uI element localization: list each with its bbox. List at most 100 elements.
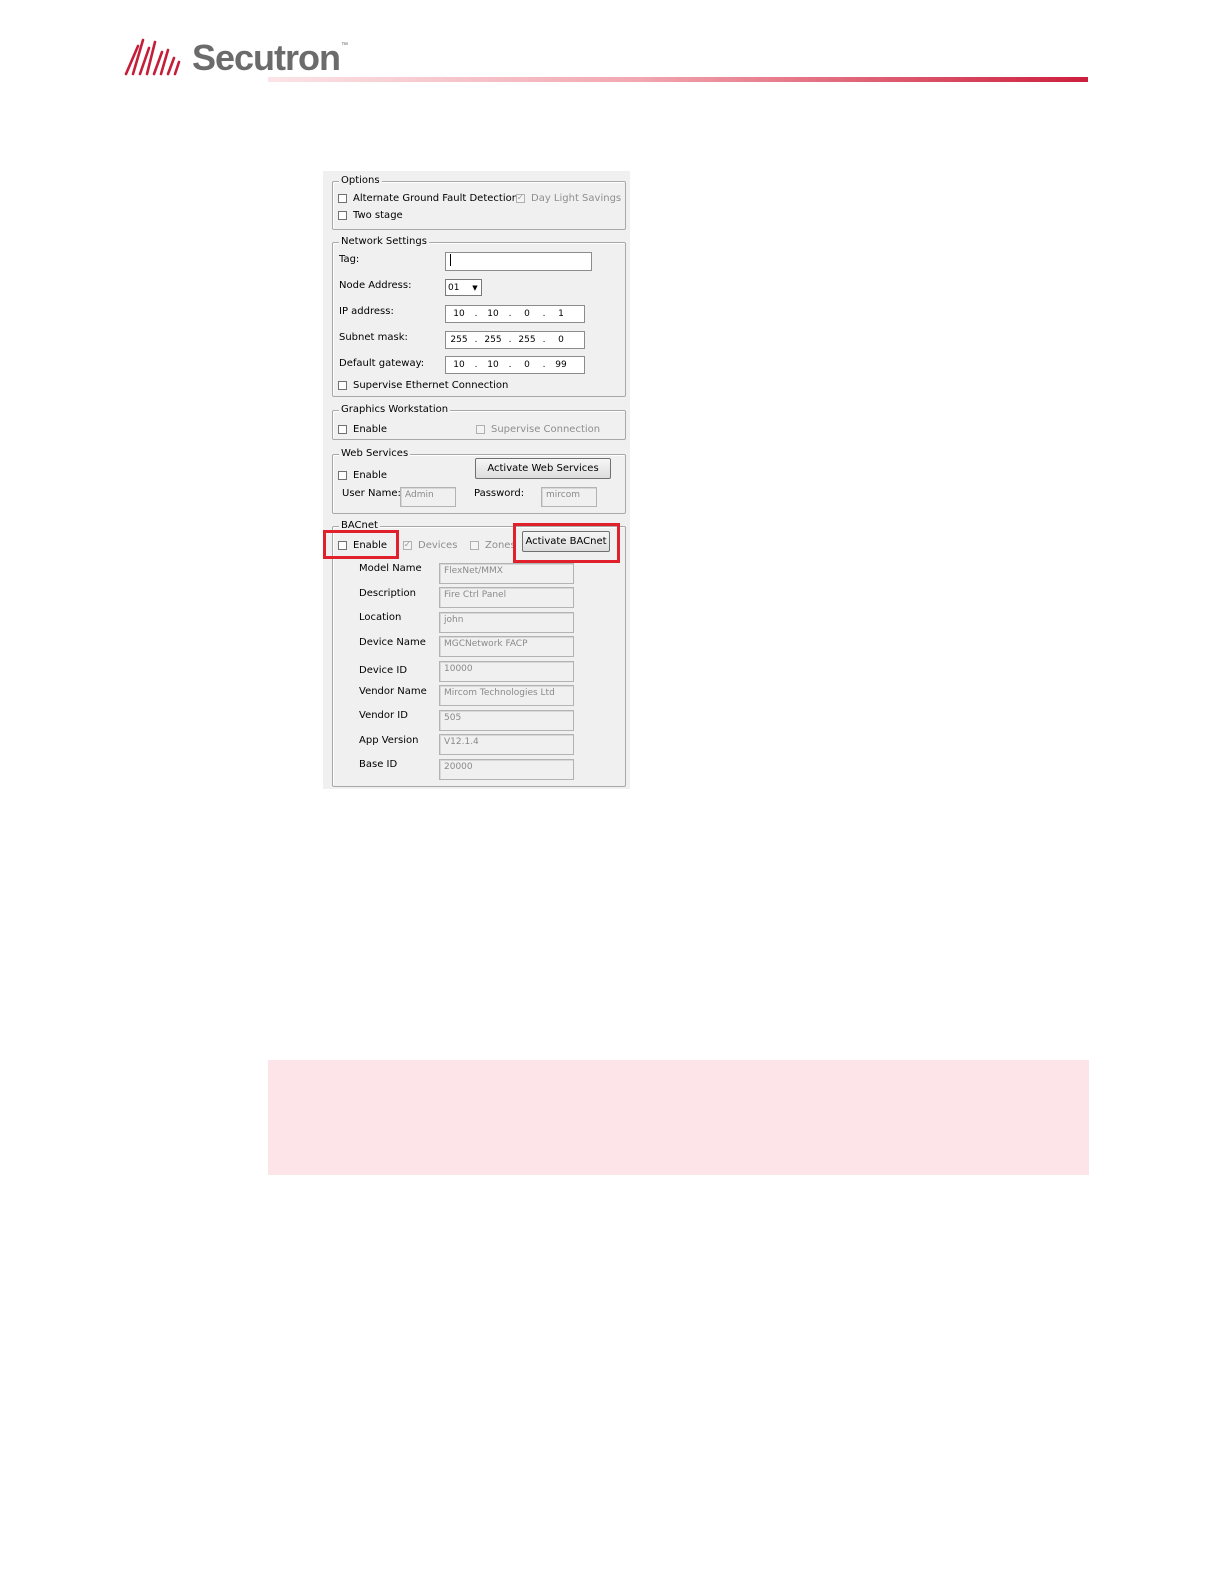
octet-separator: . [508,335,512,345]
app-version-input[interactable]: V12.1.4 [439,734,574,755]
device-name-label: Device Name [359,637,426,648]
graphics-workstation-group: Graphics Workstation Enable Supervise Co… [332,403,626,440]
web-services-enable-label: Enable [353,469,388,481]
supervise-connection-label: Supervise Connection [491,423,601,435]
bacnet-zones-label: Zones [485,539,516,551]
octet-separator: . [542,335,546,345]
subnet-octet[interactable]: 0 [548,335,574,345]
vendor-name-label: Vendor Name [359,686,427,697]
supervise-connection-checkbox[interactable]: Supervise Connection [476,422,600,436]
secutron-logo: Secutron ™ [124,36,348,76]
vendor-id-input[interactable]: 505 [439,710,574,731]
supervise-ethernet-label: Supervise Ethernet Connection [353,379,509,391]
bacnet-title: BACnet [339,519,380,533]
vendor-id-label: Vendor ID [359,710,408,721]
node-address-value: 01 [448,282,460,293]
node-address-label: Node Address: [339,280,412,291]
bacnet-enable-checkbox[interactable]: Enable [338,538,387,552]
gateway-octet[interactable]: 10 [480,360,506,370]
network-settings-title: Network Settings [339,235,429,249]
checkbox-box[interactable] [338,424,347,434]
model-name-input[interactable]: FlexNet/MMX [439,563,574,584]
default-gateway-input[interactable]: 10. 10. 0. 99 [445,356,585,374]
octet-separator: . [542,309,546,319]
activate-bacnet-button[interactable]: Activate BACnet [522,531,610,552]
gateway-octet[interactable]: 10 [446,360,472,370]
web-services-title: Web Services [339,447,411,461]
octet-separator: . [474,335,478,345]
chevron-down-icon[interactable]: ▼ [469,280,481,295]
secutron-logo-mark-icon [124,38,181,76]
two-stage-checkbox[interactable]: Two stage [338,208,403,222]
ip-octet[interactable]: 10 [446,309,472,319]
alternate-ground-fault-checkbox[interactable]: Alternate Ground Fault Detection [338,191,518,205]
location-input[interactable]: john [439,612,574,633]
bacnet-enable-label: Enable [353,539,388,551]
octet-separator: . [542,360,546,370]
tag-input[interactable] [445,252,592,271]
checkbox-box[interactable] [338,210,347,220]
header-accent-line [268,77,1088,82]
password-label: Password: [474,488,525,499]
checkbox-box[interactable] [338,540,347,550]
checkbox-box[interactable] [338,470,347,480]
node-address-select[interactable]: 01 ▼ [445,279,482,296]
username-input[interactable]: Admin [400,487,456,507]
gateway-octet[interactable]: 99 [548,360,574,370]
description-label: Description [359,588,416,599]
graphics-workstation-title: Graphics Workstation [339,403,451,417]
graphics-enable-checkbox[interactable]: Enable [338,422,387,436]
tag-label: Tag: [339,254,360,265]
octet-separator: . [508,360,512,370]
web-services-group: Web Services Enable Activate Web Service… [332,447,626,514]
app-version-label: App Version [359,735,419,746]
ip-address-input[interactable]: 10. 10. 0. 1 [445,305,585,323]
location-label: Location [359,612,402,623]
octet-separator: . [508,309,512,319]
web-services-enable-checkbox[interactable]: Enable [338,468,387,482]
settings-dialog: Options Alternate Ground Fault Detection… [323,171,630,789]
device-name-input[interactable]: MGCNetwork FACP [439,636,574,657]
description-input[interactable]: Fire Ctrl Panel [439,587,574,608]
subnet-mask-label: Subnet mask: [339,332,408,343]
check-icon[interactable]: ✓ [516,193,525,203]
brand-name: Secutron [192,37,341,78]
check-icon[interactable]: ✓ [403,540,412,550]
two-stage-label: Two stage [353,209,403,221]
checkbox-box[interactable] [338,193,347,203]
subnet-octet[interactable]: 255 [514,335,540,345]
subnet-octet[interactable]: 255 [480,335,506,345]
day-light-savings-label: Day Light Savings [531,192,622,204]
octet-separator: . [474,360,478,370]
trademark-symbol: ™ [341,42,349,49]
base-id-label: Base ID [359,759,398,770]
username-label: User Name: [342,488,401,499]
ip-octet[interactable]: 10 [480,309,506,319]
checkbox-box[interactable] [338,380,347,390]
subnet-octet[interactable]: 255 [446,335,472,345]
checkbox-box[interactable] [476,424,485,434]
ip-address-label: IP address: [339,306,394,317]
subnet-mask-input[interactable]: 255. 255. 255. 0 [445,331,585,349]
ip-octet[interactable]: 0 [514,309,540,319]
octet-separator: . [474,309,478,319]
bacnet-zones-checkbox[interactable]: Zones [470,538,516,552]
vendor-name-input[interactable]: Mircom Technologies Ltd [439,685,574,706]
gateway-octet[interactable]: 0 [514,360,540,370]
activate-web-services-button[interactable]: Activate Web Services [475,458,611,479]
network-settings-group: Network Settings Tag: Node Address: 01 ▼… [332,235,626,397]
default-gateway-label: Default gateway: [339,358,425,369]
supervise-ethernet-checkbox[interactable]: Supervise Ethernet Connection [338,378,508,392]
graphics-enable-label: Enable [353,423,388,435]
text-caret [450,254,451,266]
alternate-ground-fault-label: Alternate Ground Fault Detection [353,192,519,204]
base-id-input[interactable]: 20000 [439,759,574,780]
bacnet-group: BACnet Enable ✓ Devices Zones Activate B… [332,519,626,787]
ip-octet[interactable]: 1 [548,309,574,319]
device-id-input[interactable]: 10000 [439,661,574,682]
bacnet-devices-checkbox[interactable]: ✓ Devices [403,538,457,552]
day-light-savings-checkbox[interactable]: ✓ Day Light Savings [516,191,621,205]
note-panel [268,1060,1089,1175]
password-input[interactable]: mircom [541,487,597,507]
checkbox-box[interactable] [470,540,479,550]
